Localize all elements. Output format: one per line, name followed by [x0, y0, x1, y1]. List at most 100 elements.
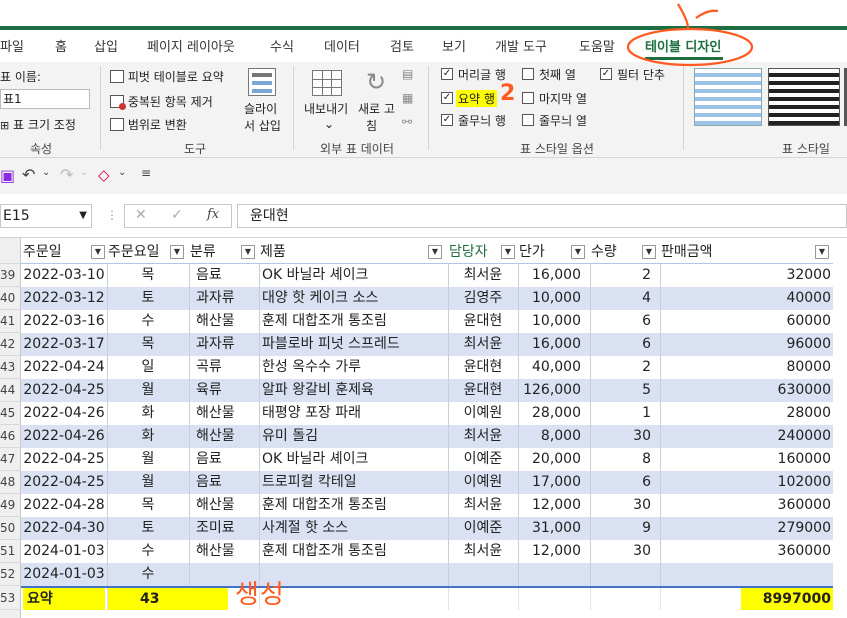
- table-cell-product[interactable]: 알파 왕갈비 훈제육: [260, 379, 447, 402]
- table-cell-day[interactable]: 목: [108, 333, 188, 356]
- filter-dropdown-icon[interactable]: ▼: [91, 245, 105, 259]
- table-name-input[interactable]: 표1: [0, 89, 90, 109]
- filter-dropdown-icon[interactable]: ▼: [428, 245, 442, 259]
- table-cell-rep[interactable]: 최서윤: [449, 540, 517, 563]
- cancel-icon[interactable]: ✕: [135, 207, 147, 223]
- table-cell-day[interactable]: 수: [108, 540, 188, 563]
- table-cell-date[interactable]: 2022-03-17: [23, 333, 105, 356]
- table-cell-day[interactable]: 화: [108, 425, 188, 448]
- tab-view[interactable]: 보기: [442, 36, 466, 55]
- table-cell-qty[interactable]: 2: [591, 264, 659, 287]
- table-cell-product[interactable]: 태평양 포장 파래: [260, 402, 447, 425]
- table-cell-qty[interactable]: [591, 563, 659, 586]
- total-row-label[interactable]: 요약: [23, 588, 105, 610]
- table-cell-date[interactable]: 2022-04-25: [23, 471, 105, 494]
- undo-dropdown-icon[interactable]: ⌄: [42, 167, 50, 178]
- row-number[interactable]: 53: [0, 586, 21, 610]
- table-cell-price[interactable]: 10,000: [519, 310, 589, 333]
- table-cell-rep[interactable]: 최서윤: [449, 425, 517, 448]
- table-cell-cat[interactable]: 해산물: [190, 425, 260, 448]
- table-cell-date[interactable]: 2022-04-28: [23, 494, 105, 517]
- column-header-rep[interactable]: 담당자 ▼: [449, 238, 517, 263]
- table-style-option[interactable]: [768, 68, 840, 126]
- row-number[interactable]: 47: [0, 448, 21, 471]
- tab-formulas[interactable]: 수식: [270, 36, 294, 55]
- filter-dropdown-icon[interactable]: ▼: [241, 245, 255, 259]
- export-button[interactable]: 내보내기 ⌄: [302, 66, 358, 136]
- table-cell-cat[interactable]: 음료: [190, 471, 260, 494]
- table-cell-amount[interactable]: 279000: [661, 517, 833, 540]
- open-browser-icon[interactable]: ▦: [402, 91, 413, 105]
- table-cell-day[interactable]: 수: [108, 563, 188, 586]
- table-cell-date[interactable]: 2024-01-03: [23, 563, 105, 586]
- table-cell-day[interactable]: 월: [108, 379, 188, 402]
- table-cell-rep[interactable]: 윤대현: [449, 379, 517, 402]
- table-cell-amount[interactable]: 102000: [661, 471, 833, 494]
- column-header-product[interactable]: 제품 ▼: [260, 238, 447, 263]
- table-cell-qty[interactable]: 6: [591, 333, 659, 356]
- table-cell-price[interactable]: 16,000: [519, 264, 589, 287]
- table-cell-qty[interactable]: 6: [591, 471, 659, 494]
- table-cell-product[interactable]: 훈제 대합조개 통조림: [260, 540, 447, 563]
- table-cell-amount[interactable]: 28000: [661, 402, 833, 425]
- table-cell-day[interactable]: 월: [108, 448, 188, 471]
- column-header-sales[interactable]: 판매금액 ▼: [661, 238, 833, 263]
- table-cell-rep[interactable]: 윤대현: [449, 356, 517, 379]
- eraser-dropdown-icon[interactable]: ⌄: [118, 167, 126, 178]
- undo-icon[interactable]: ↶: [22, 165, 35, 184]
- table-cell-product[interactable]: 대양 핫 케이크 소스: [260, 287, 447, 310]
- total-row-amount[interactable]: 8997000: [741, 588, 833, 610]
- table-cell-date[interactable]: 2022-03-16: [23, 310, 105, 333]
- tab-file[interactable]: 파일: [0, 36, 24, 55]
- table-cell-qty[interactable]: 5: [591, 379, 659, 402]
- table-cell-product[interactable]: 훈제 대합조개 통조림: [260, 494, 447, 517]
- table-cell-cat[interactable]: 해산물: [190, 540, 260, 563]
- table-cell-rep[interactable]: [449, 563, 517, 586]
- column-header-qty[interactable]: 수량 ▼: [591, 238, 659, 263]
- table-cell-price[interactable]: 8,000: [519, 425, 589, 448]
- table-cell-amount[interactable]: 160000: [661, 448, 833, 471]
- table-cell-date[interactable]: 2022-04-25: [23, 379, 105, 402]
- table-cell-qty[interactable]: 30: [591, 494, 659, 517]
- table-cell-qty[interactable]: 2: [591, 356, 659, 379]
- total-row-count[interactable]: 43: [108, 588, 228, 610]
- tab-help[interactable]: 도움말: [579, 36, 615, 55]
- table-cell-qty[interactable]: 8: [591, 448, 659, 471]
- header-row-checkbox[interactable]: ✓: [441, 68, 453, 80]
- table-cell-amount[interactable]: 80000: [661, 356, 833, 379]
- table-cell-date[interactable]: 2022-04-26: [23, 402, 105, 425]
- table-cell-amount[interactable]: [661, 563, 833, 586]
- table-cell-price[interactable]: 17,000: [519, 471, 589, 494]
- filter-dropdown-icon[interactable]: ▼: [571, 245, 585, 259]
- tab-home[interactable]: 홈: [55, 36, 67, 55]
- row-number[interactable]: 49: [0, 494, 21, 517]
- table-cell-price[interactable]: 126,000: [519, 379, 589, 402]
- enter-icon[interactable]: ✓: [171, 207, 183, 223]
- table-cell-cat[interactable]: 과자류: [190, 287, 260, 310]
- column-header-price[interactable]: 단가 ▼: [519, 238, 589, 263]
- tab-page-layout[interactable]: 페이지 레이아웃: [147, 36, 235, 55]
- table-cell-product[interactable]: OK 바닐라 셰이크: [260, 448, 447, 471]
- row-header[interactable]: [0, 610, 21, 618]
- table-cell-qty[interactable]: 1: [591, 402, 659, 425]
- table-cell-amount[interactable]: 360000: [661, 540, 833, 563]
- first-column-checkbox[interactable]: [522, 68, 534, 80]
- table-cell-amount[interactable]: 60000: [661, 310, 833, 333]
- table-cell-qty[interactable]: 30: [591, 425, 659, 448]
- table-cell-cat[interactable]: 과자류: [190, 333, 260, 356]
- table-cell-product[interactable]: 트로피컬 칵테일: [260, 471, 447, 494]
- banded-rows-checkbox[interactable]: ✓: [441, 114, 453, 126]
- table-cell-cat[interactable]: 음료: [190, 264, 260, 287]
- table-cell-cat[interactable]: 해산물: [190, 494, 260, 517]
- redo-icon[interactable]: ↷: [60, 165, 73, 184]
- table-cell-price[interactable]: 20,000: [519, 448, 589, 471]
- table-cell-rep[interactable]: 최서윤: [449, 264, 517, 287]
- table-cell-price[interactable]: [519, 563, 589, 586]
- table-cell-amount[interactable]: 630000: [661, 379, 833, 402]
- table-cell-price[interactable]: 16,000: [519, 333, 589, 356]
- eraser-icon[interactable]: ◇: [98, 166, 110, 184]
- row-number[interactable]: 52: [0, 563, 21, 586]
- table-cell-product[interactable]: 파블로바 피넛 스프레드: [260, 333, 447, 356]
- table-cell-qty[interactable]: 9: [591, 517, 659, 540]
- table-cell-day[interactable]: 토: [108, 517, 188, 540]
